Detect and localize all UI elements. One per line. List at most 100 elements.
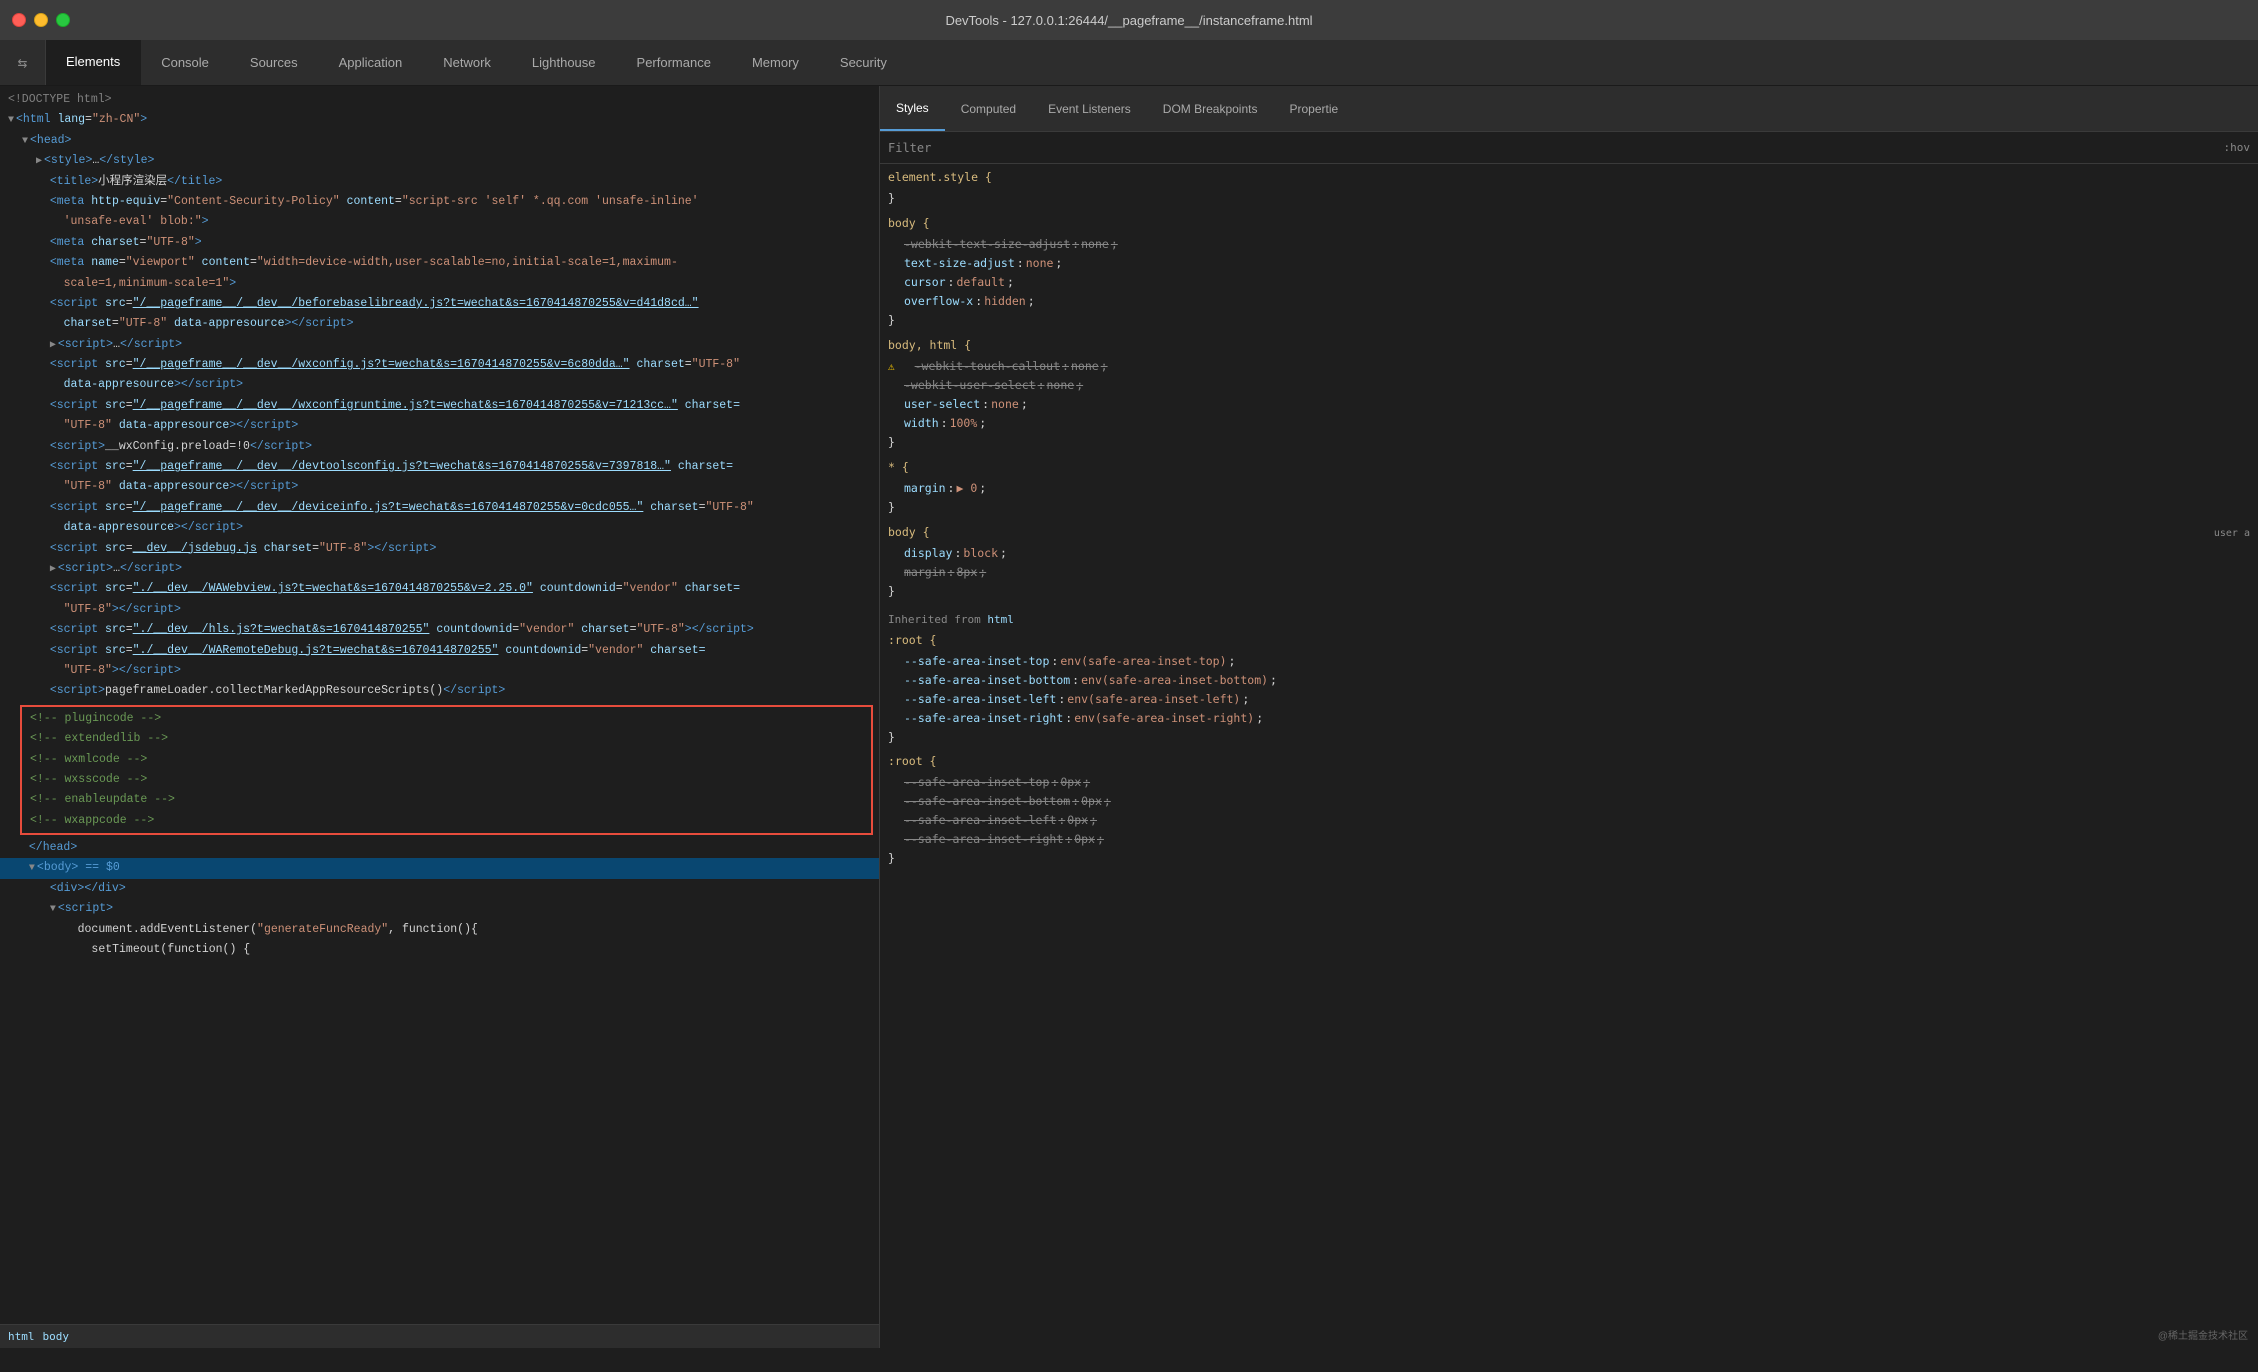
styles-tab-event-listeners[interactable]: Event Listeners bbox=[1032, 86, 1147, 131]
line-script-wawebview[interactable]: <script src="./__dev__/WAWebview.js?t=we… bbox=[0, 579, 879, 599]
comment-wxmlcode: <!-- wxmlcode --> bbox=[26, 750, 867, 770]
styles-tab-dom-breakpoints[interactable]: DOM Breakpoints bbox=[1147, 86, 1274, 131]
line-script-collapsed1[interactable]: ▶<script>…</script> bbox=[0, 335, 879, 355]
tab-network[interactable]: Network bbox=[423, 40, 512, 85]
filter-input[interactable] bbox=[939, 141, 2215, 155]
css-prop-overflow-x: overflow-x: hidden; bbox=[888, 292, 2250, 311]
line-script-wxconfigruntime[interactable]: <script src="/__pageframe__/__dev__/wxco… bbox=[0, 396, 879, 416]
line-script-jsdebug[interactable]: <script src=__dev__/jsdebug.js charset="… bbox=[0, 539, 879, 559]
styles-tab-styles[interactable]: Styles bbox=[880, 86, 945, 131]
filter-hov[interactable]: :hov bbox=[2224, 141, 2251, 154]
line-body[interactable]: ▼<body> == $0 bbox=[0, 858, 879, 878]
line-script-waremote[interactable]: <script src="./__dev__/WARemoteDebug.js?… bbox=[0, 641, 879, 661]
line-script-devtools[interactable]: <script src="/__pageframe__/__dev__/devt… bbox=[0, 457, 879, 477]
tab-bar: ⇆ Elements Console Sources Application N… bbox=[0, 40, 2258, 86]
line-head[interactable]: ▼<head> bbox=[0, 131, 879, 151]
tab-lighthouse[interactable]: Lighthouse bbox=[512, 40, 617, 85]
main-layout: <!DOCTYPE html> ▼<html lang="zh-CN"> ▼<h… bbox=[0, 86, 2258, 1348]
close-button[interactable] bbox=[12, 13, 26, 27]
line-addeventlistener: document.addEventListener("generateFuncR… bbox=[0, 920, 879, 940]
comment-wxsscode: <!-- wxsscode --> bbox=[26, 770, 867, 790]
css-prop-safe-area-top: --safe-area-inset-top: env(safe-area-ins… bbox=[888, 652, 2250, 671]
css-selector-root-2: :root { bbox=[888, 752, 936, 771]
breadcrumb-html[interactable]: html bbox=[8, 1330, 35, 1343]
tab-security[interactable]: Security bbox=[820, 40, 908, 85]
css-rule-root-1: :root { --safe-area-inset-top: env(safe-… bbox=[888, 631, 2250, 747]
tab-application[interactable]: Application bbox=[319, 40, 424, 85]
line-script-deviceinfo[interactable]: <script src="/__pageframe__/__dev__/devi… bbox=[0, 498, 879, 518]
traffic-lights bbox=[12, 13, 70, 27]
css-prop-safe-area-top-0: --safe-area-inset-top: 0px; bbox=[888, 773, 2250, 792]
line-style[interactable]: ▶<style>…</style> bbox=[0, 151, 879, 171]
line-script-devtools2: "UTF-8" data-appresource></script> bbox=[0, 477, 879, 497]
comment-plugincode: <!-- plugincode --> bbox=[26, 709, 867, 729]
css-prop-margin: margin: ▶ 0; bbox=[888, 479, 2250, 498]
line-meta-viewport: <meta name="viewport" content="width=dev… bbox=[0, 253, 879, 273]
line-div: <div></div> bbox=[0, 879, 879, 899]
css-prop-text-size: text-size-adjust: none; bbox=[888, 254, 2250, 273]
line-script-wxconfigruntime2: "UTF-8" data-appresource></script> bbox=[0, 416, 879, 436]
tab-elements[interactable]: Elements bbox=[46, 40, 141, 85]
css-rule-body-html: body, html { ⚠-webkit-touch-callout: non… bbox=[888, 336, 2250, 452]
line-script-wawebview2: "UTF-8"></script> bbox=[0, 600, 879, 620]
comment-wxappcode: <!-- wxappcode --> bbox=[26, 811, 867, 831]
line-script-pageframe: <script>pageframeLoader.collectMarkedApp… bbox=[0, 681, 879, 701]
styles-tab-bar: Styles Computed Event Listeners DOM Brea… bbox=[880, 86, 2258, 132]
minimize-button[interactable] bbox=[34, 13, 48, 27]
line-script-hls[interactable]: <script src="./__dev__/hls.js?t=wechat&s… bbox=[0, 620, 879, 640]
line-meta-charset: <meta charset="UTF-8"> bbox=[0, 233, 879, 253]
breadcrumb-bar: html body bbox=[0, 1324, 879, 1348]
elements-content: <!DOCTYPE html> ▼<html lang="zh-CN"> ▼<h… bbox=[0, 86, 879, 1324]
css-selector-body-html: body, html { bbox=[888, 336, 971, 355]
css-selector-root-1: :root { bbox=[888, 631, 936, 650]
css-prop-webkit-touch: ⚠-webkit-touch-callout: none; bbox=[888, 357, 2250, 376]
line-script-deviceinfo2: data-appresource></script> bbox=[0, 518, 879, 538]
tab-sources[interactable]: Sources bbox=[230, 40, 319, 85]
line-meta-csp2: 'unsafe-eval' blob:"> bbox=[0, 212, 879, 232]
source-hint-user-a: user a bbox=[2214, 526, 2250, 543]
line-script-beforebase2: charset="UTF-8" data-appresource></scrip… bbox=[0, 314, 879, 334]
css-prop-cursor: cursor: default; bbox=[888, 273, 2250, 292]
css-rule-body-2: body { user a display: block; margin: 8p… bbox=[888, 523, 2250, 601]
breadcrumb-body[interactable]: body bbox=[43, 1330, 70, 1343]
line-settimeout: setTimeout(function() { bbox=[0, 940, 879, 960]
line-title: <title>小程序渲染层</title> bbox=[0, 172, 879, 192]
line-script-wxconfig[interactable]: <script src="/__pageframe__/__dev__/wxco… bbox=[0, 355, 879, 375]
comment-extendedlib: <!-- extendedlib --> bbox=[26, 729, 867, 749]
css-prop-width: width: 100%; bbox=[888, 414, 2250, 433]
css-rule-star: * { margin: ▶ 0; } bbox=[888, 458, 2250, 517]
tab-performance[interactable]: Performance bbox=[617, 40, 732, 85]
css-prop-safe-area-right: --safe-area-inset-right: env(safe-area-i… bbox=[888, 709, 2250, 728]
line-script-collapsed2[interactable]: ▶<script>…</script> bbox=[0, 559, 879, 579]
css-prop-user-select: user-select: none; bbox=[888, 395, 2250, 414]
tab-console[interactable]: Console bbox=[141, 40, 230, 85]
css-prop-margin-8px: margin: 8px; bbox=[888, 563, 2250, 582]
watermark: @稀土掘金技术社区 bbox=[2158, 1327, 2248, 1342]
filter-bar: Filter :hov bbox=[880, 132, 2258, 164]
line-script-wxconfig2: data-appresource></script> bbox=[0, 375, 879, 395]
css-prop-safe-area-right-0: --safe-area-inset-right: 0px; bbox=[888, 830, 2250, 849]
styles-tab-properties[interactable]: Propertie bbox=[1273, 86, 1354, 131]
css-selector-body-1: body { bbox=[888, 214, 930, 233]
line-script-preload: <script>__wxConfig.preload=!0</script> bbox=[0, 437, 879, 457]
line-doctype: <!DOCTYPE html> bbox=[0, 90, 879, 110]
css-selector-body-2: body { bbox=[888, 523, 930, 542]
line-script-waremote2: "UTF-8"></script> bbox=[0, 661, 879, 681]
css-prop-webkit-user-select: -webkit-user-select: none; bbox=[888, 376, 2250, 395]
devtools-icon: ⇆ bbox=[0, 40, 46, 85]
line-script-body[interactable]: ▼<script> bbox=[0, 899, 879, 919]
line-head-close: </head> bbox=[0, 838, 879, 858]
inherited-from-html: Inherited from html bbox=[888, 607, 2250, 631]
styles-tab-computed[interactable]: Computed bbox=[945, 86, 1032, 131]
title-bar: DevTools - 127.0.0.1:26444/__pageframe__… bbox=[0, 0, 2258, 40]
css-prop-safe-area-left-0: --safe-area-inset-left: 0px; bbox=[888, 811, 2250, 830]
css-prop-safe-area-left: --safe-area-inset-left: env(safe-area-in… bbox=[888, 690, 2250, 709]
filter-label: Filter bbox=[888, 141, 931, 155]
styles-content: element.style { } body { -webkit-text-si… bbox=[880, 164, 2258, 1348]
tab-memory[interactable]: Memory bbox=[732, 40, 820, 85]
window-title: DevTools - 127.0.0.1:26444/__pageframe__… bbox=[945, 13, 1312, 28]
line-script-beforebase[interactable]: <script src="/__pageframe__/__dev__/befo… bbox=[0, 294, 879, 314]
css-rule-root-2: :root { --safe-area-inset-top: 0px; --sa… bbox=[888, 752, 2250, 868]
maximize-button[interactable] bbox=[56, 13, 70, 27]
line-html[interactable]: ▼<html lang="zh-CN"> bbox=[0, 110, 879, 130]
